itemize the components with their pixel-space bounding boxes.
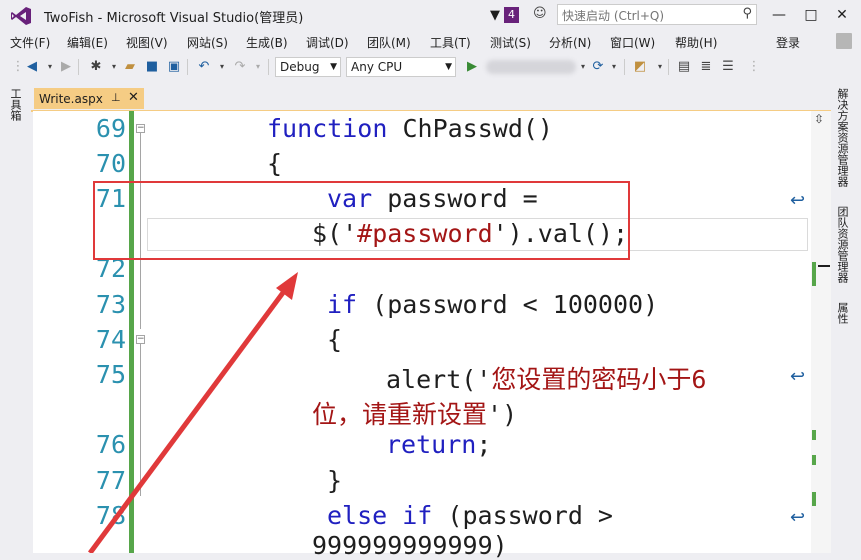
split-editor-icon[interactable]: ⇳ — [814, 112, 824, 126]
annotation-arrow-icon — [87, 272, 298, 553]
scroll-change-marker — [812, 262, 816, 286]
scroll-change-marker — [812, 430, 816, 440]
scroll-change-marker — [812, 455, 816, 465]
scroll-change-marker — [812, 492, 816, 506]
scroll-position-marker — [818, 265, 830, 267]
vertical-scrollbar[interactable] — [811, 111, 831, 553]
